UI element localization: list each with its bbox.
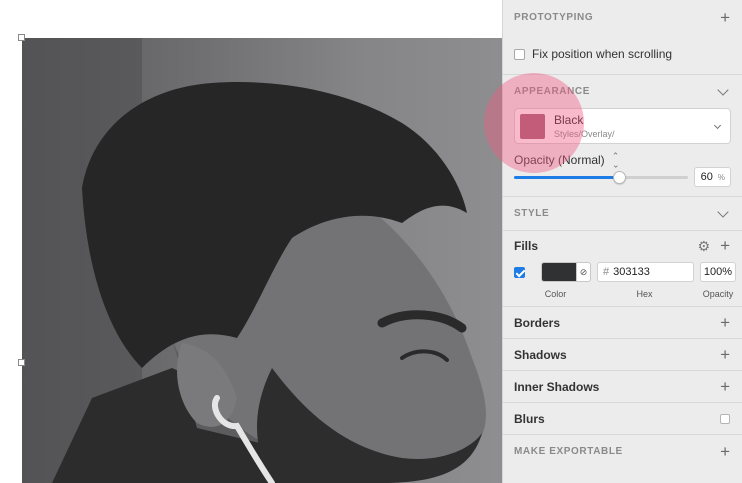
up-down-arrows-icon: ⌃ ⌃: [611, 151, 620, 170]
fix-position-checkbox[interactable]: [514, 48, 525, 60]
opacity-unit: %: [717, 172, 725, 182]
add-fill-icon[interactable]: +: [720, 237, 730, 254]
opacity-slider-fill: [514, 175, 619, 179]
make-exportable-section-header[interactable]: MAKE EXPORTABLE +: [503, 434, 742, 468]
opacity-label: Opacity (Normal): [514, 153, 605, 167]
opacity-slider-thumb[interactable]: [613, 170, 626, 184]
color-caption: Color: [544, 289, 567, 299]
fill-color-well[interactable]: ⊘: [541, 262, 591, 282]
inner-shadows-label: Inner Shadows: [514, 379, 600, 394]
fill-enabled-checkbox[interactable]: [514, 266, 525, 278]
fill-hex-value: 303133: [613, 266, 650, 278]
link-icon[interactable]: ⊘: [576, 263, 590, 281]
design-canvas[interactable]: [0, 0, 502, 483]
style-name: Black: [554, 113, 584, 127]
add-shadow-icon[interactable]: +: [720, 346, 730, 363]
opacity-slider[interactable]: [514, 170, 689, 184]
prototyping-title: PROTOTYPING: [514, 11, 594, 23]
appearance-section-header[interactable]: APPEARANCE: [503, 74, 742, 108]
chevron-down-icon[interactable]: [717, 83, 729, 96]
chevron-down-icon[interactable]: [717, 205, 729, 218]
add-icon[interactable]: +: [720, 9, 730, 26]
style-section-header[interactable]: STYLE: [503, 196, 742, 230]
selected-image-layer[interactable]: [22, 38, 502, 483]
borders-row[interactable]: Borders +: [503, 306, 742, 338]
fill-row: ⊘ # 303133 100%: [503, 260, 742, 284]
blurs-label: Blurs: [514, 411, 545, 426]
add-export-icon[interactable]: +: [720, 443, 730, 460]
selection-handle-middle-left[interactable]: [18, 359, 25, 366]
fill-opacity-input[interactable]: 100%: [700, 262, 736, 282]
style-swatch: [520, 113, 545, 139]
fills-label: Fills: [514, 238, 539, 253]
fix-position-row[interactable]: Fix position when scrolling: [503, 34, 742, 74]
hex-caption: Hex: [636, 289, 653, 299]
fix-position-label: Fix position when scrolling: [532, 47, 673, 61]
shadows-label: Shadows: [514, 347, 567, 362]
shadows-row[interactable]: Shadows +: [503, 338, 742, 370]
portrait-photo: [22, 38, 486, 483]
opacity-row: Opacity (Normal) ⌃ ⌃ 60 %: [503, 144, 742, 187]
hash-prefix: #: [603, 266, 610, 278]
shared-style-dropdown[interactable]: Black Styles/Overlay/: [514, 108, 731, 144]
chevron-down-icon: [713, 121, 722, 130]
opacity-caption: Opacity: [702, 289, 734, 299]
style-title: STYLE: [514, 208, 550, 219]
make-exportable-title: MAKE EXPORTABLE: [514, 446, 623, 457]
fills-header: Fills ⚙ +: [503, 230, 742, 260]
gear-icon[interactable]: ⚙: [698, 239, 711, 253]
opacity-input[interactable]: 60 %: [694, 167, 731, 187]
blur-enabled-checkbox[interactable]: [720, 413, 730, 424]
blurs-row[interactable]: Blurs: [503, 402, 742, 434]
selection-handle-top-left[interactable]: [18, 34, 25, 41]
style-path: Styles/Overlay/: [554, 129, 615, 139]
fill-captions: Color Hex Opacity: [503, 284, 742, 306]
prototyping-section-header[interactable]: PROTOTYPING +: [503, 0, 742, 34]
appearance-title: APPEARANCE: [514, 86, 591, 97]
inner-shadows-row[interactable]: Inner Shadows +: [503, 370, 742, 402]
fill-hex-input[interactable]: # 303133: [597, 262, 694, 282]
inspector-panel: PROTOTYPING + Fix position when scrollin…: [502, 0, 742, 483]
borders-label: Borders: [514, 315, 561, 330]
add-inner-shadow-icon[interactable]: +: [720, 378, 730, 395]
opacity-blend-mode-selector[interactable]: Opacity (Normal) ⌃ ⌃: [514, 151, 731, 170]
fill-color-swatch: [542, 263, 576, 281]
add-border-icon[interactable]: +: [720, 314, 730, 331]
opacity-value: 60: [700, 171, 713, 183]
